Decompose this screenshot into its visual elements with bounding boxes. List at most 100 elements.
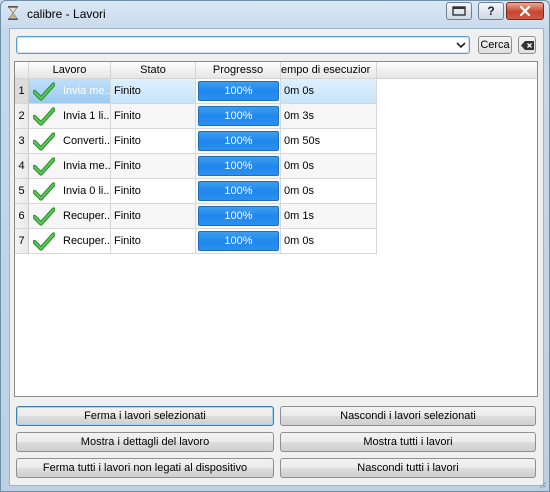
job-name: Invia 1 li... (63, 110, 111, 122)
job-runtime[interactable]: 0m 0s (281, 229, 377, 254)
table-row[interactable]: 4 Invia me... Finito 100% 0m 0s (15, 154, 377, 179)
job-name-cell[interactable]: Invia me... (29, 79, 111, 104)
job-runtime[interactable]: 0m 3s (281, 104, 377, 129)
clear-icon (520, 40, 534, 50)
title-bar: calibre - Lavori ? (1, 1, 549, 27)
search-button[interactable]: Cerca (478, 36, 512, 54)
job-progress-cell[interactable]: 100% (196, 154, 281, 179)
job-name-cell[interactable]: Invia 1 li... (29, 104, 111, 129)
checkmark-icon (33, 132, 55, 151)
close-button[interactable] (506, 2, 544, 20)
jobs-table[interactable]: Lavoro Stato Progresso empo di esecuzior… (14, 61, 538, 397)
checkmark-icon (33, 107, 55, 126)
job-progress-cell[interactable]: 100% (196, 104, 281, 129)
stop-all-non-device-jobs-button[interactable]: Ferma tutti i lavori non legati al dispo… (16, 458, 274, 478)
window-title: calibre - Lavori (27, 7, 106, 21)
close-icon (519, 6, 531, 16)
job-progress-cell[interactable]: 100% (196, 204, 281, 229)
progress-label: 100% (224, 110, 253, 122)
progress-bar: 100% (198, 206, 279, 226)
job-name-cell[interactable]: Recuper... (29, 204, 111, 229)
show-job-details-button[interactable]: Mostra i dettagli del lavoro (16, 432, 274, 452)
job-status[interactable]: Finito (111, 229, 196, 254)
job-progress-cell[interactable]: 100% (196, 229, 281, 254)
checkmark-icon (33, 82, 55, 101)
column-header-lavoro[interactable]: Lavoro (29, 62, 111, 79)
job-runtime[interactable]: 0m 0s (281, 179, 377, 204)
dialog-body: Cerca Lavoro Stato Progresso empo di ese… (9, 28, 544, 486)
row-number[interactable]: 6 (15, 204, 29, 229)
header-filler (377, 62, 537, 79)
table-row[interactable]: 2 Invia 1 li... Finito 100% 0m 3s (15, 104, 377, 129)
row-number[interactable]: 1 (15, 79, 29, 104)
stop-selected-jobs-button[interactable]: Ferma i lavori selezionati (16, 406, 274, 426)
progress-label: 100% (224, 160, 253, 172)
job-name-cell[interactable]: Invia me... (29, 154, 111, 179)
hide-selected-jobs-button[interactable]: Nascondi i lavori selezionati (280, 406, 536, 426)
table-row[interactable]: 5 Invia 0 li... Finito 100% 0m 0s (15, 179, 377, 204)
row-number[interactable]: 7 (15, 229, 29, 254)
column-header-progresso[interactable]: Progresso (196, 62, 281, 79)
maximize-button[interactable] (446, 2, 472, 20)
job-status[interactable]: Finito (111, 79, 196, 104)
progress-label: 100% (224, 135, 253, 147)
dropdown-arrow-icon[interactable] (456, 40, 466, 50)
job-progress-cell[interactable]: 100% (196, 79, 281, 104)
job-progress-cell[interactable]: 100% (196, 129, 281, 154)
job-name: Converti... (63, 135, 111, 147)
progress-label: 100% (224, 185, 253, 197)
checkmark-icon (33, 207, 55, 226)
job-status[interactable]: Finito (111, 179, 196, 204)
job-name: Recuper... (63, 210, 111, 222)
job-name: Invia 0 li... (63, 185, 111, 197)
progress-label: 100% (224, 235, 253, 247)
job-runtime[interactable]: 0m 0s (281, 79, 377, 104)
table-row[interactable]: 6 Recuper... Finito 100% 0m 1s (15, 204, 377, 229)
row-number[interactable]: 3 (15, 129, 29, 154)
row-number[interactable]: 4 (15, 154, 29, 179)
job-name: Recuper... (63, 235, 111, 247)
hourglass-icon (8, 6, 18, 20)
job-name: Invia me... (63, 160, 111, 172)
table-row[interactable]: 1 Invia me... Finito 100% 0m 0s (15, 79, 377, 104)
checkmark-icon (33, 232, 55, 251)
column-header-tempo[interactable]: empo di esecuzior (281, 62, 377, 79)
search-combobox[interactable] (16, 36, 470, 54)
progress-label: 100% (224, 210, 253, 222)
show-all-jobs-button[interactable]: Mostra tutti i lavori (280, 432, 536, 452)
progress-bar: 100% (198, 231, 279, 251)
corner-header (15, 62, 29, 79)
job-name-cell[interactable]: Invia 0 li... (29, 179, 111, 204)
job-runtime[interactable]: 0m 0s (281, 154, 377, 179)
job-name-cell[interactable]: Converti... (29, 129, 111, 154)
job-name-cell[interactable]: Recuper... (29, 229, 111, 254)
job-status[interactable]: Finito (111, 104, 196, 129)
help-button[interactable]: ? (478, 2, 504, 20)
resize-grip-icon[interactable] (537, 479, 547, 489)
checkmark-icon (33, 182, 55, 201)
progress-bar: 100% (198, 81, 279, 101)
job-name: Invia me... (63, 85, 111, 97)
progress-bar: 100% (198, 156, 279, 176)
maximize-icon (452, 6, 466, 16)
progress-bar: 100% (198, 131, 279, 151)
job-runtime[interactable]: 0m 50s (281, 129, 377, 154)
row-number[interactable]: 5 (15, 179, 29, 204)
progress-bar: 100% (198, 181, 279, 201)
table-header: Lavoro Stato Progresso empo di esecuzior (15, 62, 537, 79)
table-row[interactable]: 7 Recuper... Finito 100% 0m 0s (15, 229, 377, 254)
job-status[interactable]: Finito (111, 204, 196, 229)
job-progress-cell[interactable]: 100% (196, 179, 281, 204)
jobs-window: calibre - Lavori ? Cerca Lavoro Stato Pr… (0, 0, 550, 492)
table-row[interactable]: 3 Converti... Finito 100% 0m 50s (15, 129, 377, 154)
hide-all-jobs-button[interactable]: Nascondi tutti i lavori (280, 458, 536, 478)
clear-search-button[interactable] (518, 36, 536, 54)
column-header-stato[interactable]: Stato (111, 62, 196, 79)
row-number[interactable]: 2 (15, 104, 29, 129)
job-runtime[interactable]: 0m 1s (281, 204, 377, 229)
job-status[interactable]: Finito (111, 154, 196, 179)
job-status[interactable]: Finito (111, 129, 196, 154)
progress-bar: 100% (198, 106, 279, 126)
checkmark-icon (33, 157, 55, 176)
progress-label: 100% (224, 85, 253, 97)
